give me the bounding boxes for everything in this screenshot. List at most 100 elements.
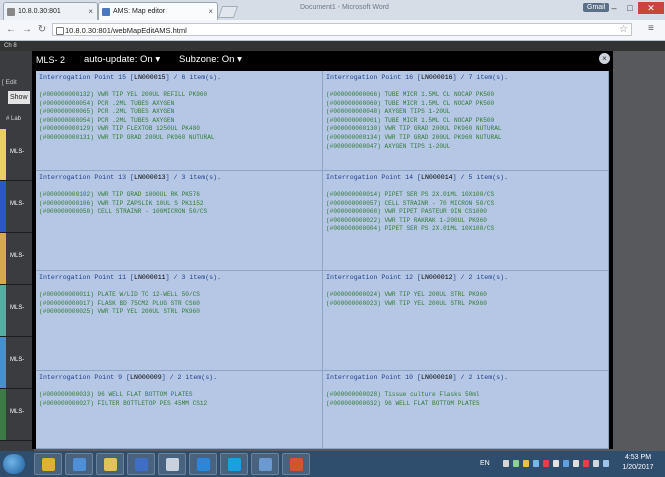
mls-color-bar	[0, 389, 6, 440]
tray-icon[interactable]	[523, 460, 529, 467]
mls-side-panel: [ Edit Show # Lab MLS- MLS- MLS- MLS- ML…	[0, 51, 34, 451]
location-code[interactable]: LN000011	[134, 274, 166, 281]
taskbar-skype-button[interactable]	[220, 453, 248, 475]
page-favicon-icon	[7, 8, 15, 16]
mls-row[interactable]: MLS-	[0, 129, 34, 181]
inventory-item: (#000000000025) VWR TIP YEL 200UL STRL P…	[39, 308, 200, 316]
clock-date[interactable]: 1/20/2017	[618, 464, 658, 471]
close-tab-icon[interactable]: ×	[88, 3, 93, 20]
clock-time[interactable]: 4:53 PM	[618, 454, 658, 461]
mls-row-label: MLS-	[10, 305, 25, 311]
taskbar-word-button[interactable]	[127, 453, 155, 475]
url-field[interactable]: 10.8.0.30:801/webMapEditAMS.html	[52, 23, 632, 36]
page-info-icon[interactable]	[56, 27, 64, 35]
start-button-icon[interactable]	[3, 454, 25, 474]
tray-icon[interactable]	[543, 460, 549, 467]
close-window-button[interactable]: ✕	[638, 2, 664, 14]
reload-icon[interactable]: ↻	[35, 23, 49, 37]
taskbar-chrome-button[interactable]	[34, 453, 62, 475]
location-code[interactable]: LN000012	[421, 274, 453, 281]
inventory-item: (#000000000047) AXYGEN TIPS 1-20UL	[326, 142, 451, 150]
inventory-item: (#000000000132) VWR TIP YEL 200UL REFILL…	[39, 91, 208, 98]
inventory-item: (#000000000058) CELL STRAINR - 100MICRON…	[39, 208, 208, 216]
mls-row-label: MLS-	[10, 409, 25, 415]
point-name: Interrogation Point 11	[39, 274, 127, 281]
taskbar-explorer-button[interactable]	[96, 453, 124, 475]
tray-icon[interactable]	[533, 460, 539, 467]
interrogation-point-cell[interactable]: Interrogation Point 12 [LN000012] / 2 it…	[323, 271, 609, 371]
bracket: ] /	[452, 374, 469, 381]
mls-row[interactable]: MLS-	[0, 389, 34, 441]
teamviewer-icon	[197, 458, 210, 471]
mls-row[interactable]: MLS-	[0, 337, 34, 389]
new-tab-button[interactable]	[217, 6, 239, 18]
taskbar-paint-button[interactable]	[65, 453, 93, 475]
location-code[interactable]: LN000009	[130, 374, 162, 381]
close-icon[interactable]: ×	[599, 53, 610, 64]
taskbar-teamviewer-button[interactable]	[189, 453, 217, 475]
tab-title: AMS: Map editor	[113, 8, 166, 15]
item-count: 3 item(s).	[181, 274, 222, 281]
show-button[interactable]: Show	[8, 91, 30, 104]
battery-icon[interactable]	[603, 460, 609, 467]
bookmark-star-icon[interactable]: ☆	[619, 24, 628, 35]
browser-tab-map-editor[interactable]: AMS: Map editor ×	[98, 2, 218, 20]
browser-tab-strip: 10.8.0.30:801 × AMS: Map editor × Docume…	[0, 0, 665, 20]
bracket: [	[413, 274, 421, 281]
minimize-window-button[interactable]: –	[606, 2, 622, 14]
notepad-icon	[166, 458, 179, 471]
mls-title: MLS- 2	[36, 55, 66, 65]
mls-row[interactable]: MLS-	[0, 285, 34, 337]
powerpoint-icon	[290, 458, 303, 471]
inventory-item: (#000000000027) FILTER BOTTLETOP PES 45M…	[39, 399, 208, 407]
point-name: Interrogation Point 9	[39, 374, 123, 381]
mls-row[interactable]: MLS-	[0, 181, 34, 233]
location-code[interactable]: LN000015	[134, 74, 166, 81]
subzone-select[interactable]: Subzone: On ▾	[176, 53, 245, 67]
tray-icon[interactable]	[553, 460, 559, 467]
inventory-item: (#000000000061) TUBE MICR 1.5ML CL NOCAP…	[326, 116, 495, 124]
language-indicator[interactable]: EN	[480, 460, 490, 467]
chevron-down-icon: ▾	[237, 54, 242, 65]
taskbar-remote-desktop-button[interactable]	[251, 453, 279, 475]
point-name: Interrogation Point 15	[39, 74, 127, 81]
taskbar-powerpoint-button[interactable]	[282, 453, 310, 475]
location-code[interactable]: LN000010	[421, 374, 453, 381]
tray-icon[interactable]	[563, 460, 569, 467]
browser-tab-ip[interactable]: 10.8.0.30:801 ×	[3, 2, 98, 20]
tray-icon[interactable]	[503, 460, 509, 467]
interrogation-point-cell[interactable]: Interrogation Point 15 [LN000015] / 6 it…	[36, 71, 323, 171]
forward-arrow-icon[interactable]: →	[20, 23, 34, 37]
tray-icon[interactable]	[513, 460, 519, 467]
back-arrow-icon[interactable]: ←	[4, 23, 18, 37]
taskbar-notepad-button[interactable]	[158, 453, 186, 475]
auto-update-value: auto-update: On	[84, 54, 153, 65]
location-code[interactable]: LN000016	[421, 74, 453, 81]
volume-icon[interactable]	[593, 460, 599, 467]
mls-color-bar	[0, 285, 6, 336]
edit-label: [ Edit	[2, 79, 17, 86]
inventory-item: (#000000000011) PLATE W/LID TC 12-WELL 5…	[39, 291, 200, 298]
close-tab-icon[interactable]: ×	[208, 3, 213, 20]
inventory-item: (#000000000106) VWR TIP ZAPSLIK 10UL S P…	[39, 199, 204, 207]
auto-update-select[interactable]: auto-update: On ▾	[81, 53, 163, 67]
action-center-icon[interactable]	[583, 460, 589, 467]
interrogation-point-cell[interactable]: Interrogation Point 9 [LN000009] / 2 ite…	[36, 371, 323, 449]
interrogation-point-cell[interactable]: Interrogation Point 10 [LN000010] / 2 it…	[323, 371, 609, 449]
interrogation-point-cell[interactable]: Interrogation Point 16 [LN000016] / 7 it…	[323, 71, 609, 171]
interrogation-point-cell[interactable]: Interrogation Point 11 [LN000011] / 3 it…	[36, 271, 323, 371]
inventory-item: (#000000000129) VWR TIP FLEXTOB 1250UL P…	[39, 125, 200, 133]
interrogation-point-cell[interactable]: Interrogation Point 13 [LN000013] / 3 it…	[36, 171, 323, 271]
column-header-fragment: # Lab	[6, 116, 22, 122]
subzone-value: Subzone: On	[179, 54, 235, 65]
mls-detail-modal: MLS- 2 auto-update: On ▾ Subzone: On ▾ ×…	[32, 51, 613, 449]
location-code[interactable]: LN000013	[134, 174, 166, 181]
maximize-window-button[interactable]: □	[622, 2, 638, 14]
network-icon[interactable]	[573, 460, 579, 467]
mls-row-label: MLS-	[10, 357, 25, 363]
mls-color-bar	[0, 337, 6, 388]
mls-row[interactable]: MLS-	[0, 233, 34, 285]
browser-menu-icon[interactable]: ≡	[648, 23, 654, 34]
interrogation-point-cell[interactable]: Interrogation Point 14 [LN000014] / 5 it…	[323, 171, 609, 271]
location-code[interactable]: LN000014	[421, 174, 453, 181]
